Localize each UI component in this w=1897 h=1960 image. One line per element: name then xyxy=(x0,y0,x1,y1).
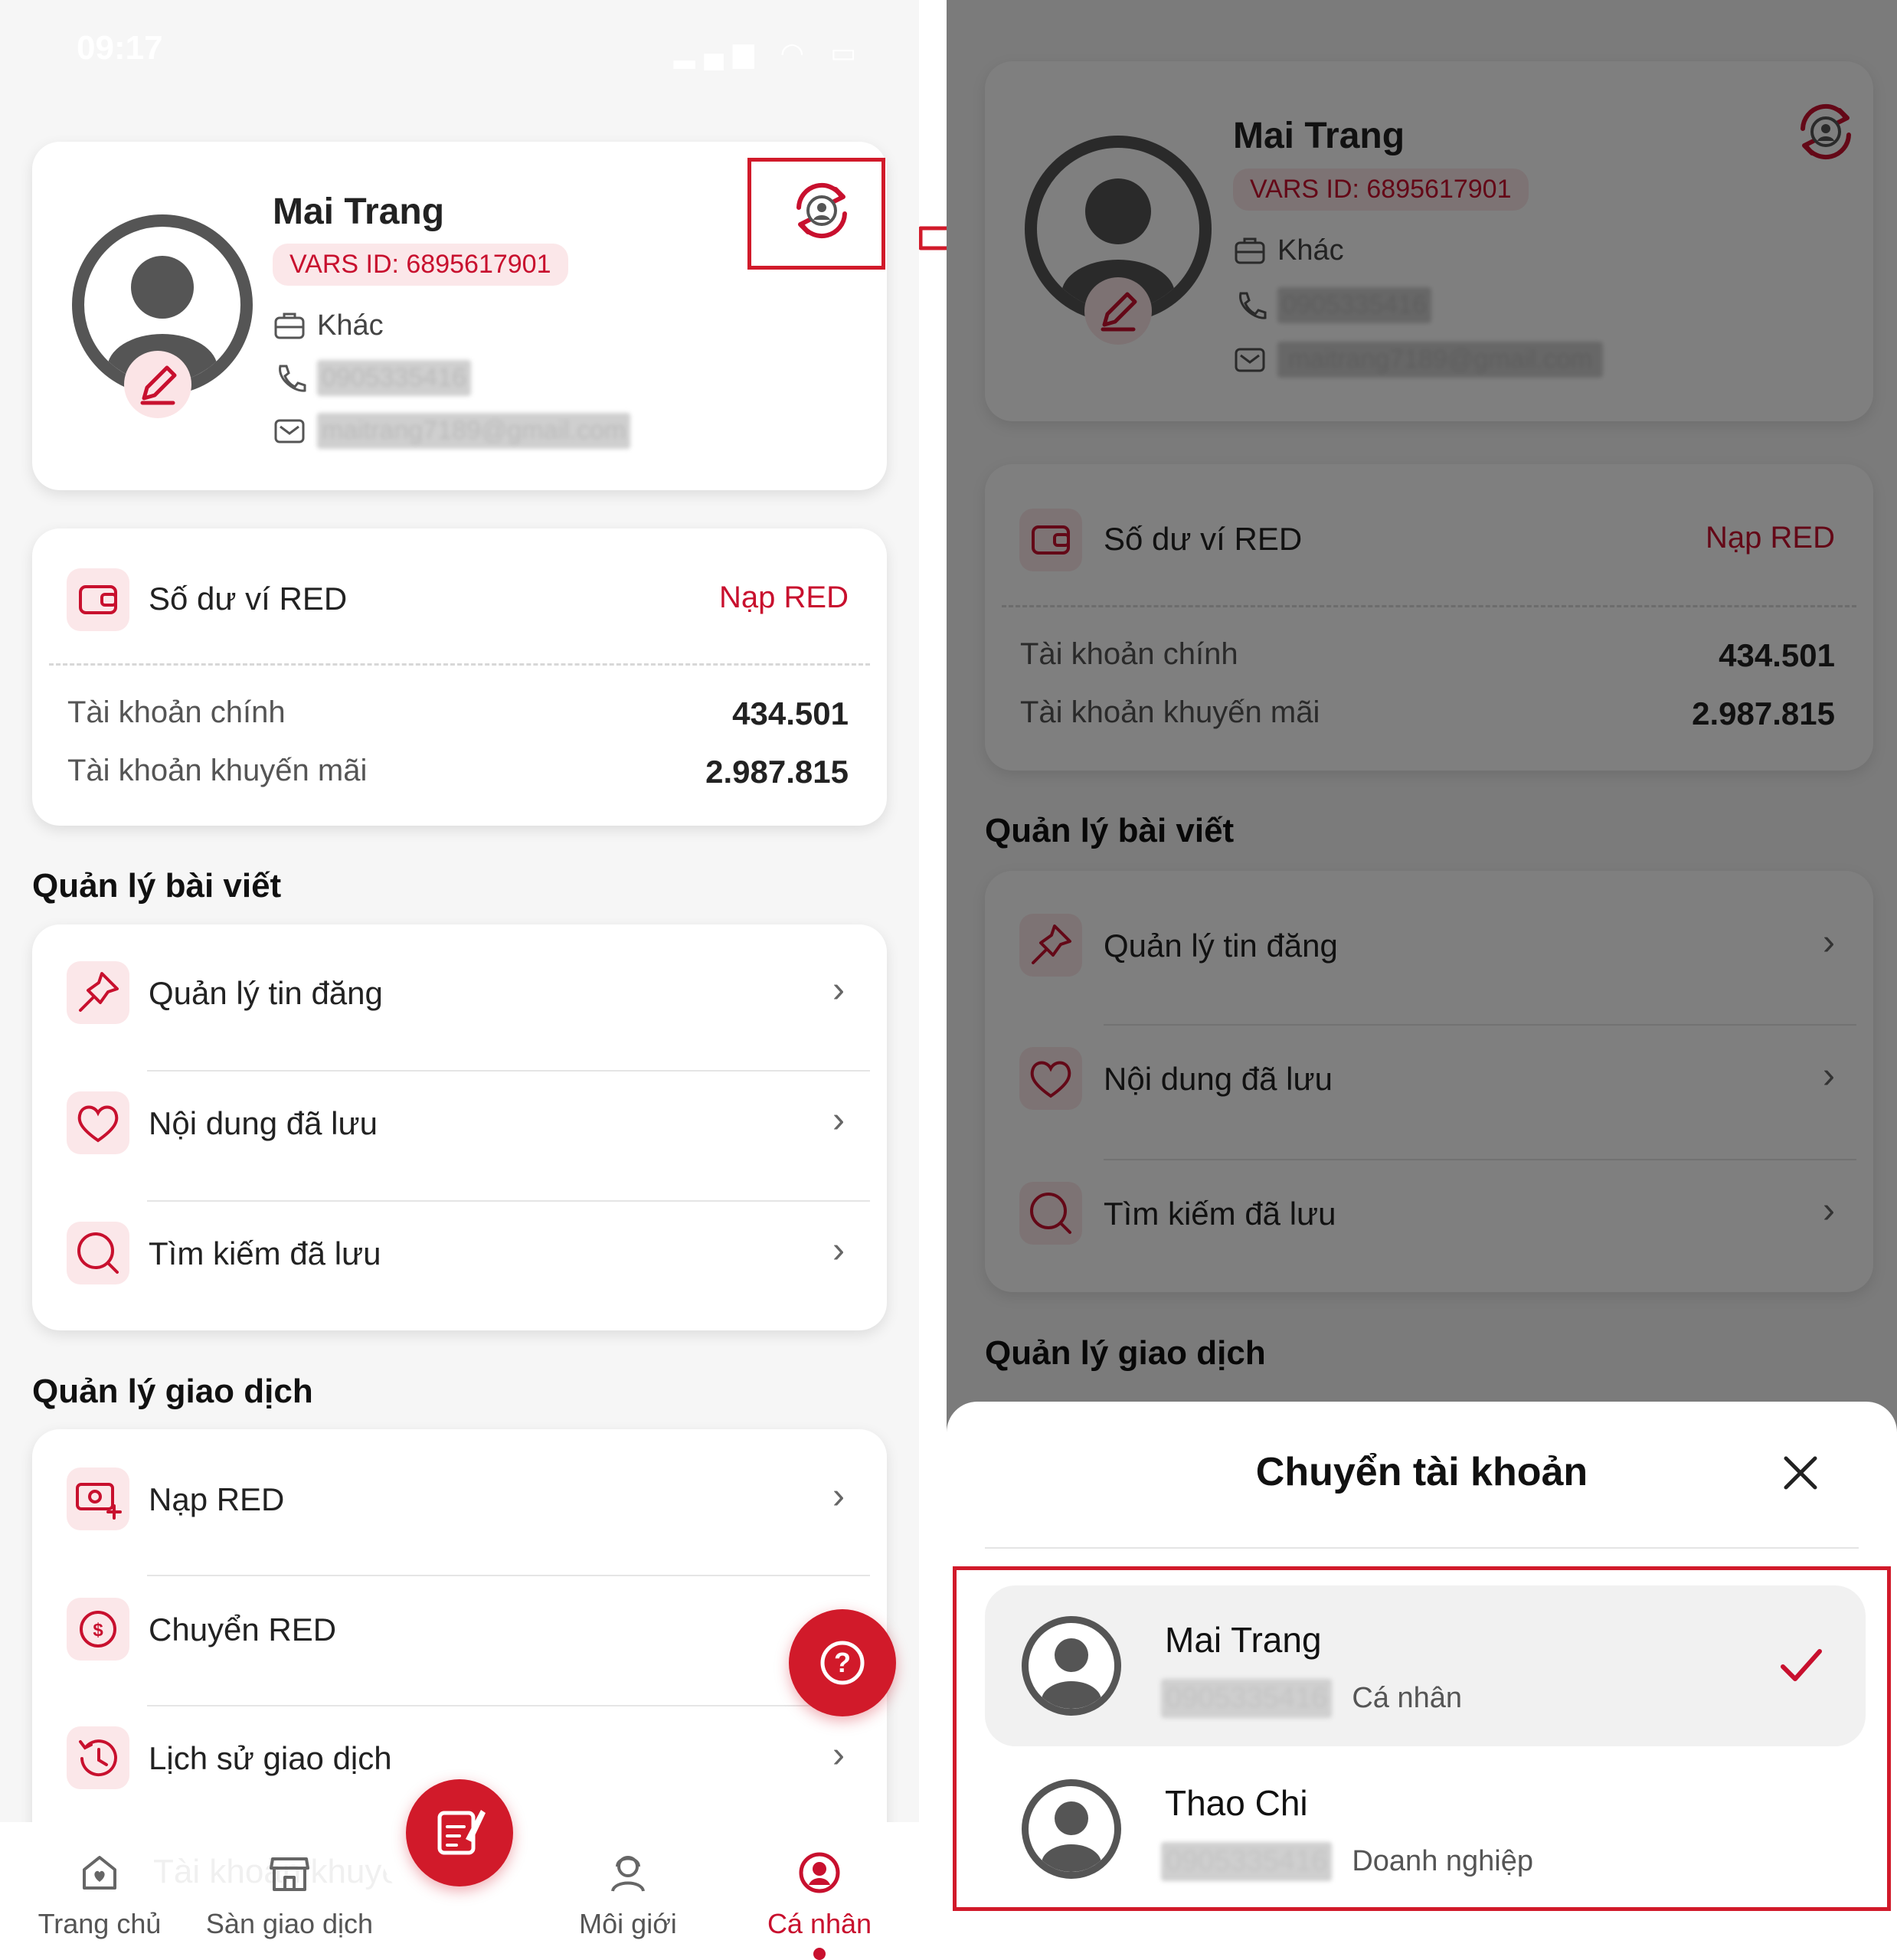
posts-section-title: Quản lý bài viết xyxy=(32,867,282,905)
menu-item-transfer[interactable]: $ Chuyển RED xyxy=(32,1567,887,1697)
nav-label: Trang chủ xyxy=(38,1908,162,1939)
wallet-title: Số dư ví RED xyxy=(149,581,348,617)
profile-icon xyxy=(799,1852,840,1893)
menu-item-saved-content[interactable]: Nội dung đã lưu › xyxy=(32,1062,887,1193)
svg-text:$: $ xyxy=(93,1620,103,1641)
nav-label: Sàn giao dịch xyxy=(205,1908,374,1939)
nav-label: Cá nhân xyxy=(767,1908,872,1939)
wallet-card: Số dư ví RED Nạp RED Tài khoản chính 434… xyxy=(32,528,887,826)
nav-home[interactable]: Trang chủ xyxy=(8,1822,191,1960)
phone-icon xyxy=(279,365,306,392)
top-up-link[interactable]: Nạp RED xyxy=(719,581,849,615)
profile-email: maitrang7189@gmail.com xyxy=(317,413,631,449)
highlight-account-list xyxy=(953,1566,1891,1911)
briefcase-icon xyxy=(274,312,305,339)
profile-screen: 09:17 ▂▄▆ ◠ ▭ Mai Trang VARS ID: 6895617… xyxy=(0,0,919,1960)
pin-icon xyxy=(79,972,119,1012)
profile-name: Mai Trang xyxy=(273,191,445,232)
chevron-right-icon: › xyxy=(832,1230,845,1271)
store-icon xyxy=(270,1857,309,1891)
close-icon xyxy=(1784,1456,1817,1490)
history-icon xyxy=(79,1739,117,1777)
menu-item-label: Quản lý tin đăng xyxy=(149,975,383,1011)
menu-item-manage-posts[interactable]: Quản lý tin đăng › xyxy=(32,924,887,1055)
menu-item-label: Chuyển RED xyxy=(149,1612,337,1648)
switch-account-sheet: Chuyển tài khoản Mai Trang 0905335416 Cá… xyxy=(947,1402,1897,1960)
chevron-right-icon: › xyxy=(832,1476,845,1517)
broker-icon xyxy=(611,1856,645,1892)
status-time: 09:17 xyxy=(77,29,163,67)
vars-id-badge: VARS ID: 6895617901 xyxy=(273,244,568,286)
profile-type-row: Khác xyxy=(273,309,384,342)
profile-phone: 0905335416 xyxy=(317,360,472,396)
divider xyxy=(985,1547,1859,1549)
question-icon: ? xyxy=(820,1641,865,1685)
menu-item-label: Nạp RED xyxy=(149,1481,285,1517)
status-icons: ▂▄▆ ◠ ▭ xyxy=(673,37,865,68)
heart-icon xyxy=(77,1105,119,1143)
nav-label: Môi giới xyxy=(579,1908,677,1939)
pencil-icon xyxy=(140,365,177,405)
transactions-section-title: Quản lý giao dịch xyxy=(32,1373,313,1410)
nav-broker[interactable]: Môi giới xyxy=(536,1822,720,1960)
nav-profile[interactable]: Cá nhân xyxy=(728,1822,911,1960)
edit-avatar-button[interactable] xyxy=(124,351,191,418)
menu-item-saved-search[interactable]: Tìm kiếm đã lưu › xyxy=(32,1193,887,1323)
menu-item-label: Nội dung đã lưu xyxy=(149,1105,378,1141)
highlight-switch-button xyxy=(747,158,885,270)
chevron-right-icon: › xyxy=(832,1735,845,1775)
profile-type: Khác xyxy=(317,309,384,342)
close-button[interactable] xyxy=(1774,1446,1827,1500)
profile-email-row: maitrang7189@gmail.com xyxy=(273,413,631,449)
main-account-value: 434.501 xyxy=(732,695,849,731)
menu-item-label: Tìm kiếm đã lưu xyxy=(149,1235,381,1271)
sheet-title: Chuyển tài khoản xyxy=(1255,1450,1588,1494)
main-account-label: Tài khoản chính xyxy=(67,695,286,729)
compose-icon xyxy=(437,1810,486,1855)
help-button[interactable]: ? xyxy=(789,1609,896,1716)
svg-text:?: ? xyxy=(834,1647,851,1678)
mail-icon xyxy=(274,419,305,443)
wallet-divider xyxy=(49,663,870,666)
profile-phone-row: 0905335416 xyxy=(273,360,472,396)
nav-marketplace[interactable]: Sàn giao dịch xyxy=(198,1822,381,1960)
menu-item-label: Lịch sử giao dịch xyxy=(149,1740,392,1776)
chevron-right-icon: › xyxy=(832,1100,845,1140)
money-plus-icon xyxy=(76,1483,122,1520)
promo-account-label: Tài khoản khuyến mãi xyxy=(67,754,368,787)
home-icon xyxy=(83,1856,116,1890)
posts-card: Quản lý tin đăng › Nội dung đã lưu › Tìm… xyxy=(32,924,887,1330)
search-icon xyxy=(77,1232,119,1274)
status-bar: 09:17 ▂▄▆ ◠ ▭ xyxy=(0,0,919,100)
promo-account-value: 2.987.815 xyxy=(705,754,849,790)
compose-button[interactable] xyxy=(406,1779,513,1886)
active-indicator xyxy=(813,1948,826,1960)
chevron-right-icon: › xyxy=(832,970,845,1010)
menu-item-top-up[interactable]: Nạp RED › xyxy=(32,1429,887,1559)
switch-account-screen: Mai Trang VARS ID: 6895617901 Khác 09053… xyxy=(947,0,1897,1960)
coin-transfer-icon: $ xyxy=(80,1611,116,1648)
wallet-icon xyxy=(67,568,129,631)
